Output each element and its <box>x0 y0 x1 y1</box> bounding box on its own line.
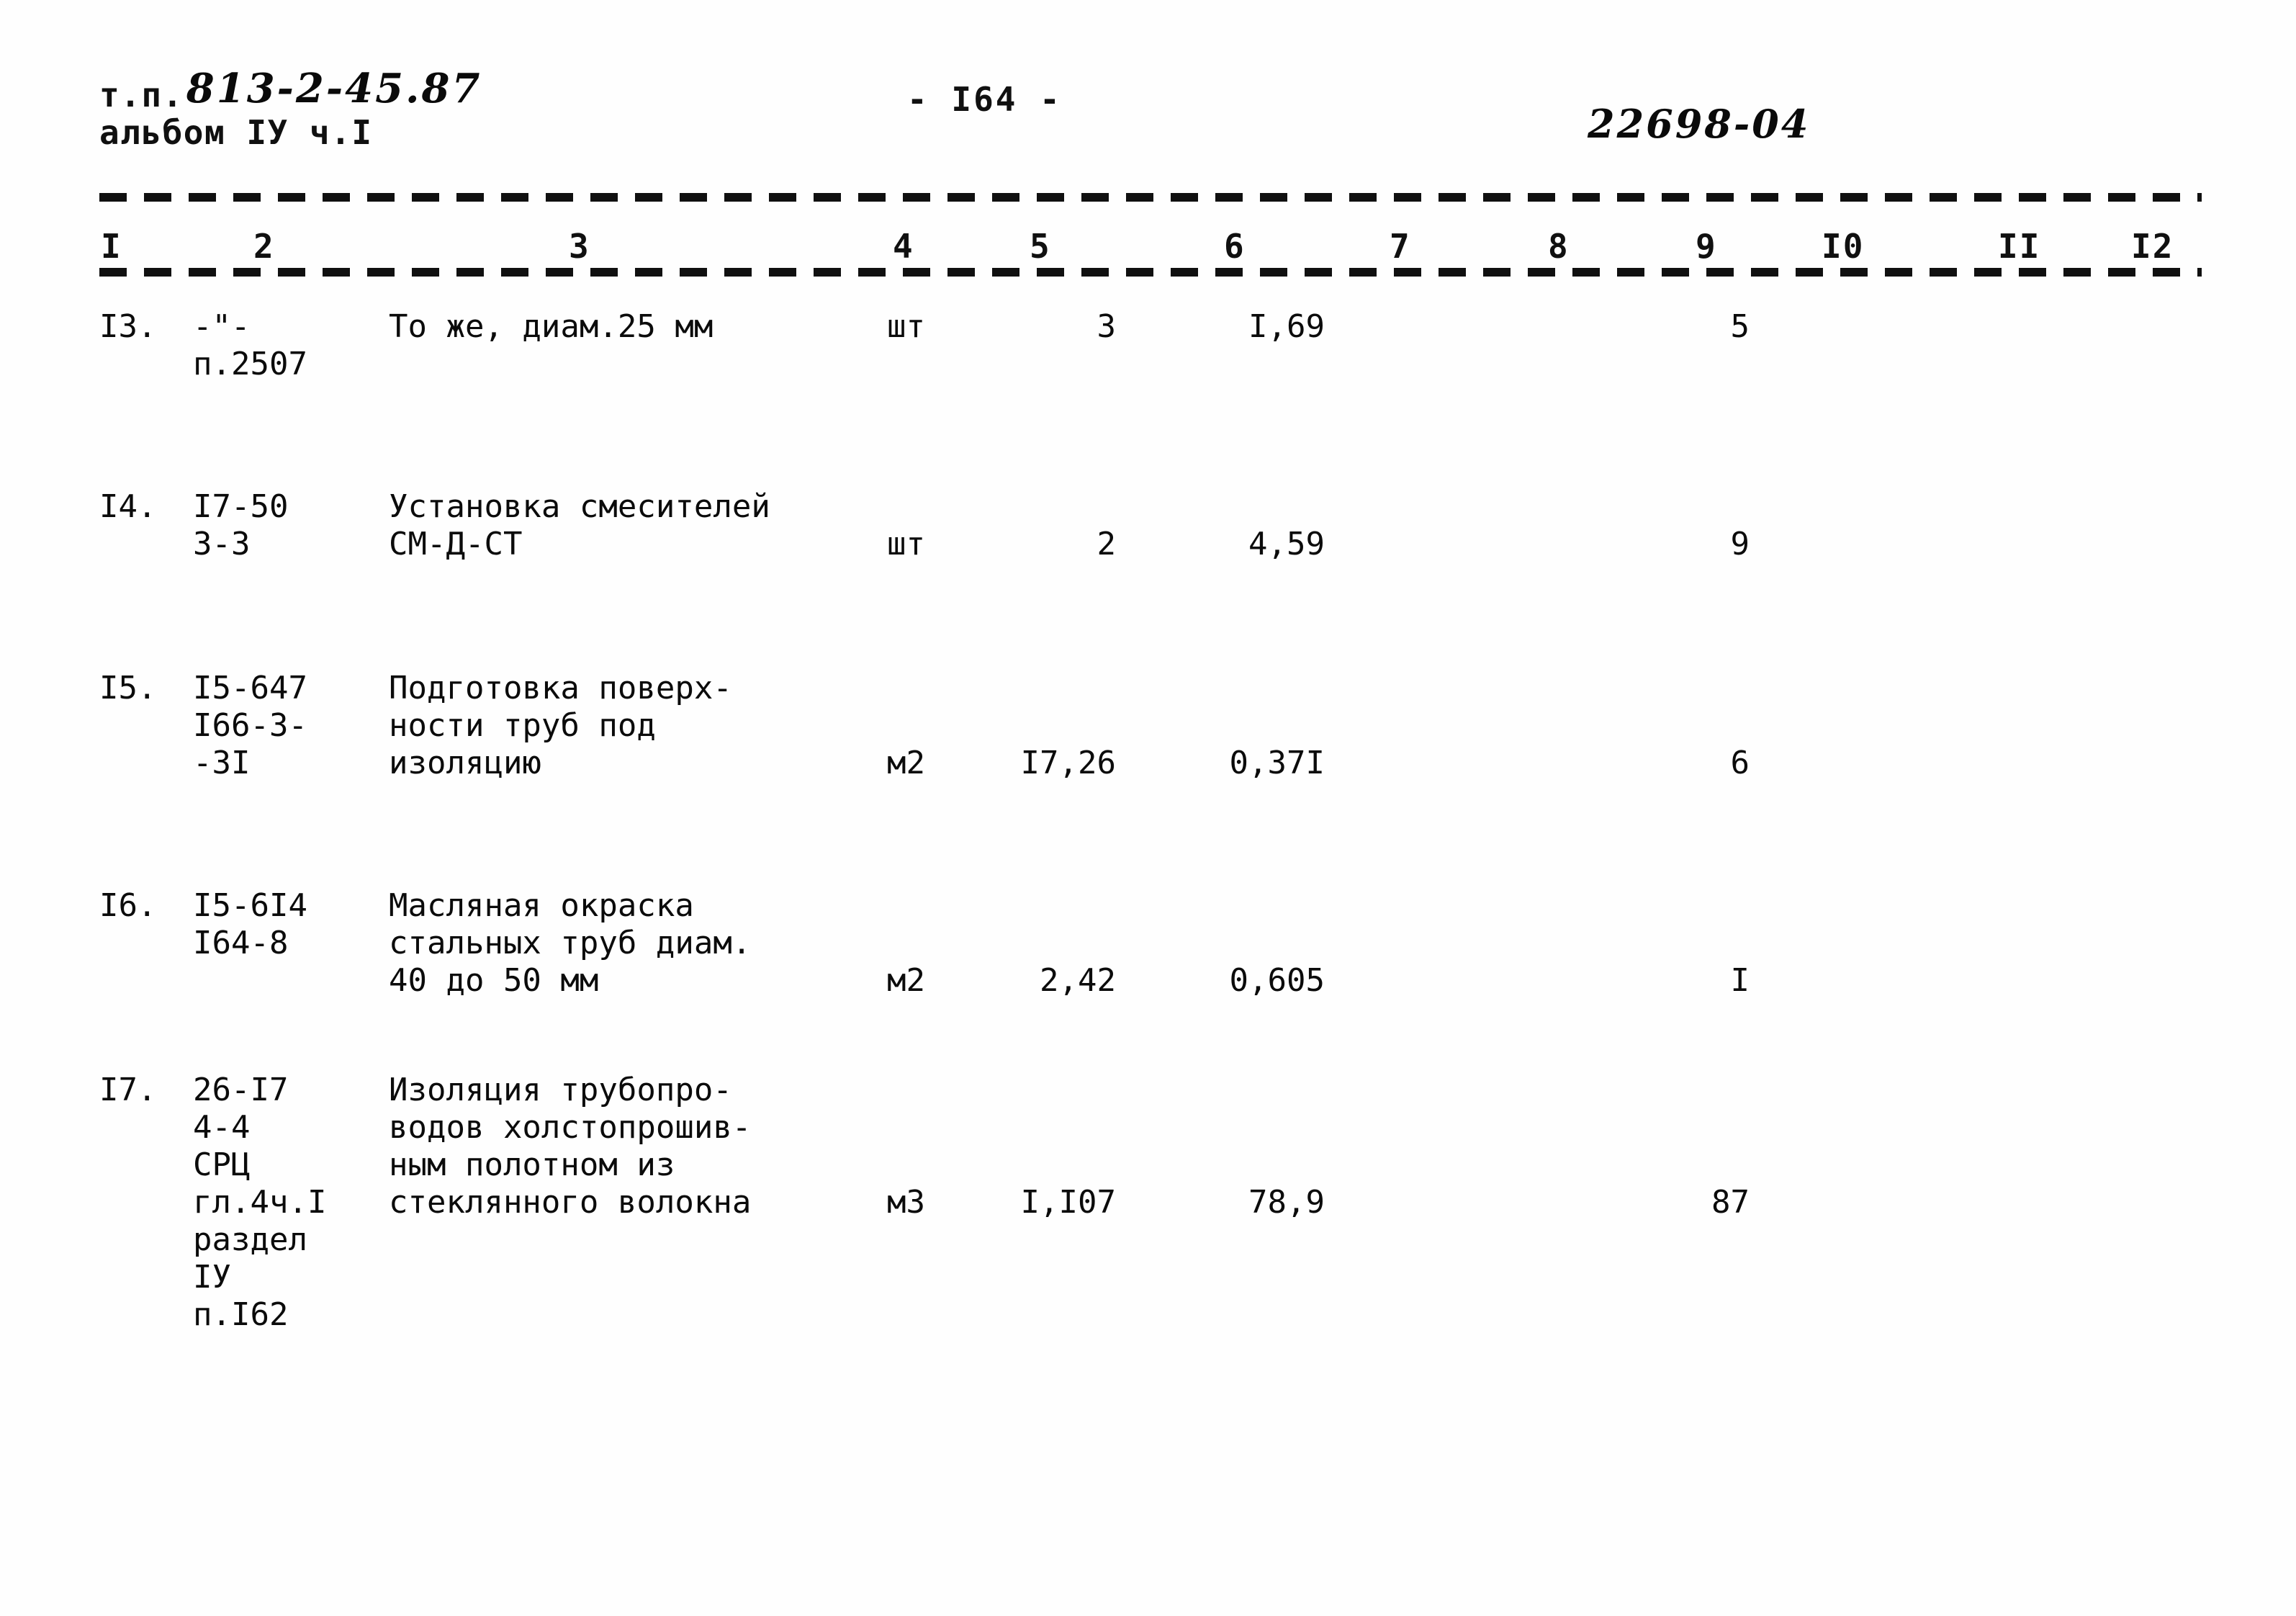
row-quantity: I7,26 <box>1020 745 1116 781</box>
type-project-line: т.п. 813-2-45.87 <box>99 65 482 117</box>
row-price: I,69 <box>1248 308 1325 345</box>
row-price: 4,59 <box>1248 526 1325 562</box>
row-price: 78,9 <box>1248 1184 1325 1221</box>
column-number-5: 5 <box>1030 227 1051 266</box>
table-top-rule <box>99 193 2202 202</box>
column-number-11: II <box>1998 227 2041 266</box>
row-code: 26-I7 4-4 СРЦ гл.4ч.I раздел IУ п.I62 <box>193 1072 327 1333</box>
row-total: 87 <box>1711 1184 1750 1221</box>
table-column-number-row: I 2 3 4 5 6 7 8 9 I0 II I2 <box>0 228 2296 271</box>
row-number: I7. <box>99 1072 157 1108</box>
row-number: I4. <box>99 488 157 525</box>
row-price: 0,605 <box>1229 962 1325 999</box>
type-project-label: т.п. <box>99 76 184 115</box>
column-number-8: 8 <box>1548 227 1570 266</box>
row-quantity: I,I07 <box>1020 1184 1116 1221</box>
row-total: I <box>1730 962 1750 999</box>
row-quantity: 2 <box>1097 526 1117 562</box>
row-total: 9 <box>1730 526 1750 562</box>
row-total: 5 <box>1730 308 1750 345</box>
row-total: 6 <box>1730 745 1750 781</box>
row-description: Изоляция трубопро- водов холстопрошив- н… <box>389 1072 752 1221</box>
row-number: I5. <box>99 670 157 706</box>
column-number-9: 9 <box>1696 227 1717 266</box>
row-price: 0,37I <box>1229 745 1325 781</box>
row-number: I6. <box>99 887 157 924</box>
table-header-rule <box>99 268 2202 277</box>
row-code: -"- п.2507 <box>193 308 307 382</box>
column-number-1: I <box>101 227 122 266</box>
album-line: альбом IУ ч.I <box>99 113 373 152</box>
column-number-4: 4 <box>893 227 914 266</box>
document-header: т.п. 813-2-45.87 альбом IУ ч.I - I64 - 2… <box>0 0 2296 166</box>
row-number: I3. <box>99 308 157 345</box>
row-quantity: 2,42 <box>1040 962 1116 999</box>
row-quantity: 3 <box>1097 308 1117 345</box>
column-number-10: I0 <box>1822 227 1865 266</box>
column-number-12: I2 <box>2131 227 2174 266</box>
type-project-code: 813-2-45.87 <box>186 65 482 112</box>
row-code: I7-50 3-3 <box>193 488 289 562</box>
row-description: Подготовка поверх- ности труб под изоляц… <box>389 670 732 781</box>
column-number-3: 3 <box>569 227 590 266</box>
row-code: I5-6I4 I64-8 <box>193 887 307 961</box>
row-description: Установка смесителей СМ-Д-СТ <box>389 488 770 562</box>
row-description: То же, диам.25 мм <box>389 308 713 345</box>
page-number: - I64 - <box>907 80 1062 119</box>
document-page: т.п. 813-2-45.87 альбом IУ ч.I - I64 - 2… <box>0 0 2296 1616</box>
column-number-7: 7 <box>1390 227 1411 266</box>
document-number: 22698-04 <box>1588 101 1811 147</box>
row-description: Масляная окраска стальных труб диам. 40 … <box>389 887 752 999</box>
row-code: I5-647 I66-3- -3I <box>193 670 307 781</box>
column-number-2: 2 <box>253 227 275 266</box>
column-number-6: 6 <box>1224 227 1246 266</box>
